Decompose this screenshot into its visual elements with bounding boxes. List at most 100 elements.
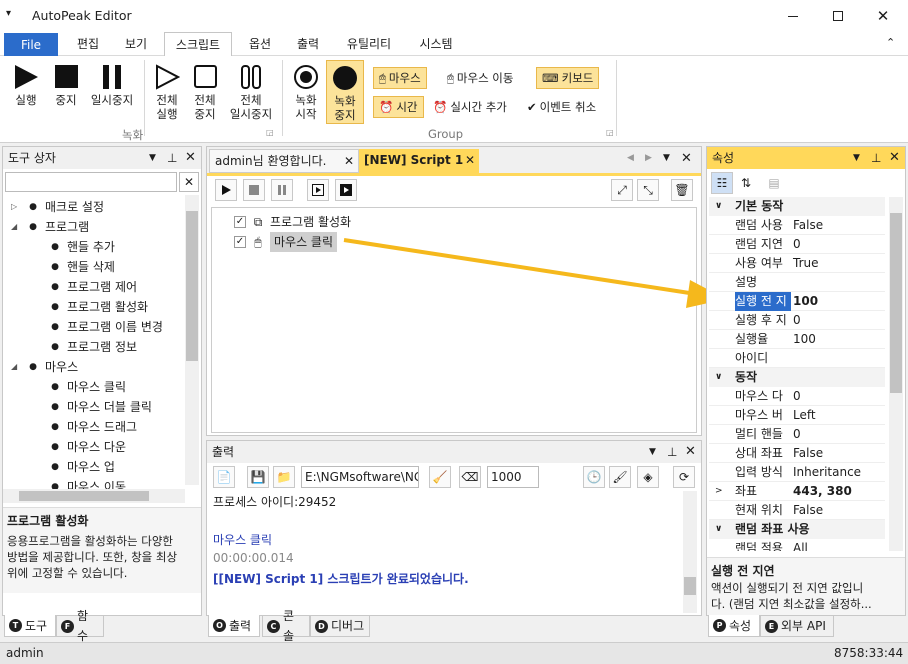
new-file-icon[interactable]: 📄 bbox=[213, 466, 235, 488]
close-window-button[interactable]: ✕ bbox=[860, 0, 906, 32]
tree-item[interactable]: ◢ ● 프로그램 bbox=[11, 217, 89, 237]
editor-run-from-button[interactable] bbox=[335, 179, 357, 201]
tree-item[interactable]: ● 프로그램 정보 bbox=[47, 337, 137, 357]
tab-debug[interactable]: D 디버그 bbox=[310, 615, 370, 637]
menu-file[interactable]: File bbox=[4, 33, 58, 56]
categorized-icon[interactable]: ☷ bbox=[711, 172, 733, 194]
stop-all-button[interactable]: 전체 중지 bbox=[186, 64, 224, 121]
dialog-launcher-icon[interactable]: ◲ bbox=[266, 128, 274, 137]
expander-icon[interactable]: ▷ bbox=[11, 197, 25, 217]
tree-item[interactable]: ● 마우스 업 bbox=[47, 457, 115, 477]
output-path-input[interactable]: E:\NGMsoftware\NG bbox=[301, 466, 419, 488]
refresh-icon[interactable]: ⟳ bbox=[673, 466, 695, 488]
editor-play-button[interactable] bbox=[215, 179, 237, 201]
run-all-button[interactable]: 전체 실행 bbox=[148, 64, 186, 121]
mouse-move-record-toggle[interactable]: 🖱 마우스 이동 bbox=[442, 67, 518, 89]
tab-properties[interactable]: P 속성 bbox=[708, 615, 760, 637]
collapse-ribbon-icon[interactable]: ⌃ bbox=[886, 36, 895, 49]
maximize-button[interactable] bbox=[815, 0, 861, 32]
collapse-icon[interactable]: ⤡ bbox=[637, 179, 659, 201]
eraser-icon[interactable]: ⌫ bbox=[459, 466, 481, 488]
tab-tools[interactable]: T 도구 bbox=[4, 615, 56, 637]
fill-icon[interactable]: ◈ bbox=[637, 466, 659, 488]
minimize-button[interactable] bbox=[770, 0, 816, 32]
close-icon[interactable]: ✕ bbox=[185, 147, 196, 169]
property-category[interactable]: ∨ 기본 동작 bbox=[709, 197, 885, 216]
script-item[interactable]: ✓ ⧉ 프로그램 활성화 bbox=[234, 212, 351, 232]
run-button[interactable]: 실행 bbox=[8, 64, 44, 107]
expander-icon[interactable]: ◢ bbox=[11, 217, 25, 237]
tree-item[interactable]: ● 프로그램 제어 bbox=[47, 277, 137, 297]
pause-all-button[interactable]: 전체 일시중지 bbox=[226, 64, 276, 121]
property-row[interactable]: 현재 위치 False bbox=[709, 501, 885, 520]
menu-output[interactable]: 출력 bbox=[286, 32, 330, 56]
tree-item[interactable]: ● 마우스 클릭 bbox=[47, 377, 126, 397]
close-tab-icon[interactable]: ✕ bbox=[344, 150, 354, 172]
property-row[interactable]: 실행 후 지 0 bbox=[709, 311, 885, 330]
stop-button[interactable]: 중지 bbox=[48, 64, 84, 107]
quick-access-icon[interactable]: ▾ bbox=[6, 8, 11, 19]
tree-item[interactable]: ● 마우스 드래그 bbox=[47, 417, 137, 437]
tree-item[interactable]: ◢ ● 마우스 bbox=[11, 357, 78, 377]
delete-icon[interactable]: 🗑 bbox=[671, 179, 693, 201]
tree-item[interactable]: ● 핸들 삭제 bbox=[47, 257, 115, 277]
tab-scroll-right-icon[interactable]: ▶ bbox=[645, 153, 652, 163]
brush-icon[interactable]: 🖌 bbox=[609, 466, 631, 488]
toolbox-search-input[interactable] bbox=[5, 172, 177, 192]
property-row[interactable]: 랜덤 사용 False bbox=[709, 216, 885, 235]
property-row[interactable]: 입력 방식 Inheritance bbox=[709, 463, 885, 482]
menu-script[interactable]: 스크립트 bbox=[164, 32, 232, 57]
tree-item[interactable]: ● 핸들 추가 bbox=[47, 237, 115, 257]
tab-console[interactable]: C 콘솔 bbox=[262, 609, 310, 643]
dropdown-icon[interactable]: ▼ bbox=[649, 441, 656, 463]
record-start-button[interactable]: 녹화 시작 bbox=[288, 64, 324, 121]
mouse-record-toggle[interactable]: 🖱 마우스 bbox=[373, 67, 427, 89]
tree-item[interactable]: ● 프로그램 이름 변경 bbox=[47, 317, 163, 337]
property-row[interactable]: 마우스 다 0 bbox=[709, 387, 885, 406]
save-icon[interactable]: 💾 bbox=[247, 466, 269, 488]
tree-item[interactable]: ▷ ● 매크로 설정 bbox=[11, 197, 104, 217]
menu-view[interactable]: 보기 bbox=[114, 32, 158, 56]
event-cancel-toggle[interactable]: ✔ 이벤트 취소 bbox=[522, 96, 601, 118]
property-row[interactable]: 멀티 핸들 0 bbox=[709, 425, 885, 444]
close-document-icon[interactable]: ✕ bbox=[681, 151, 692, 166]
line-limit-stepper[interactable]: 1000 bbox=[487, 466, 539, 488]
tab-external-api[interactable]: E 외부 API bbox=[760, 615, 834, 637]
tab-welcome[interactable]: admin님 환영합니다. ✕ bbox=[209, 149, 359, 173]
tab-output[interactable]: O 출력 bbox=[208, 615, 260, 637]
close-icon[interactable]: ✕ bbox=[685, 441, 696, 463]
editor-stop-button[interactable] bbox=[243, 179, 265, 201]
tab-scroll-left-icon[interactable]: ◀ bbox=[627, 153, 634, 163]
script-item[interactable]: ✓ 🖱 마우스 클릭 bbox=[234, 232, 338, 252]
tree-hscrollbar[interactable] bbox=[3, 489, 185, 503]
tab-functions[interactable]: F 함수 bbox=[56, 609, 104, 643]
property-row[interactable]: 마우스 버 Left bbox=[709, 406, 885, 425]
pause-button[interactable]: 일시중지 bbox=[86, 64, 138, 107]
clear-search-icon[interactable]: ✕ bbox=[179, 172, 199, 192]
checkbox-checked-icon[interactable]: ✓ bbox=[234, 236, 246, 248]
menu-system[interactable]: 시스템 bbox=[408, 32, 464, 56]
close-tab-icon[interactable]: ✕ bbox=[465, 149, 475, 171]
dropdown-icon[interactable]: ▼ bbox=[853, 147, 860, 169]
record-stop-button[interactable]: 녹화 중지 bbox=[326, 60, 364, 124]
tab-list-icon[interactable]: ▼ bbox=[663, 153, 670, 163]
property-row[interactable]: 사용 여부 True bbox=[709, 254, 885, 273]
tab-script-1[interactable]: [NEW] Script 1 ✕ bbox=[359, 149, 479, 173]
clean-icon[interactable]: 🧹 bbox=[429, 466, 451, 488]
property-category[interactable]: ∨ 동작 bbox=[709, 368, 885, 387]
sort-az-icon[interactable]: ⇅ bbox=[735, 172, 757, 194]
tree-item[interactable]: ● 마우스 이동 bbox=[47, 477, 126, 489]
keyboard-record-toggle[interactable]: ⌨ 키보드 bbox=[536, 67, 600, 89]
tree-item[interactable]: ● 프로그램 활성화 bbox=[47, 297, 148, 317]
expander-icon[interactable]: ◢ bbox=[11, 357, 25, 377]
expand-icon[interactable]: ⤢ bbox=[611, 179, 633, 201]
time-record-toggle[interactable]: ⏰ 시간 bbox=[373, 96, 424, 118]
property-category[interactable]: ∨ 랜덤 좌표 사용 bbox=[709, 520, 885, 539]
property-pages-icon[interactable]: ▤ bbox=[763, 172, 785, 194]
realtime-add-toggle[interactable]: ⏰ 실시간 추가 bbox=[428, 96, 512, 118]
dropdown-icon[interactable]: ▼ bbox=[149, 147, 156, 169]
property-row[interactable]: 설명 bbox=[709, 273, 885, 292]
tree-item[interactable]: ● 마우스 다운 bbox=[47, 437, 126, 457]
menu-utility[interactable]: 유틸리티 bbox=[336, 32, 402, 56]
folder-icon[interactable]: 📁 bbox=[273, 466, 295, 488]
